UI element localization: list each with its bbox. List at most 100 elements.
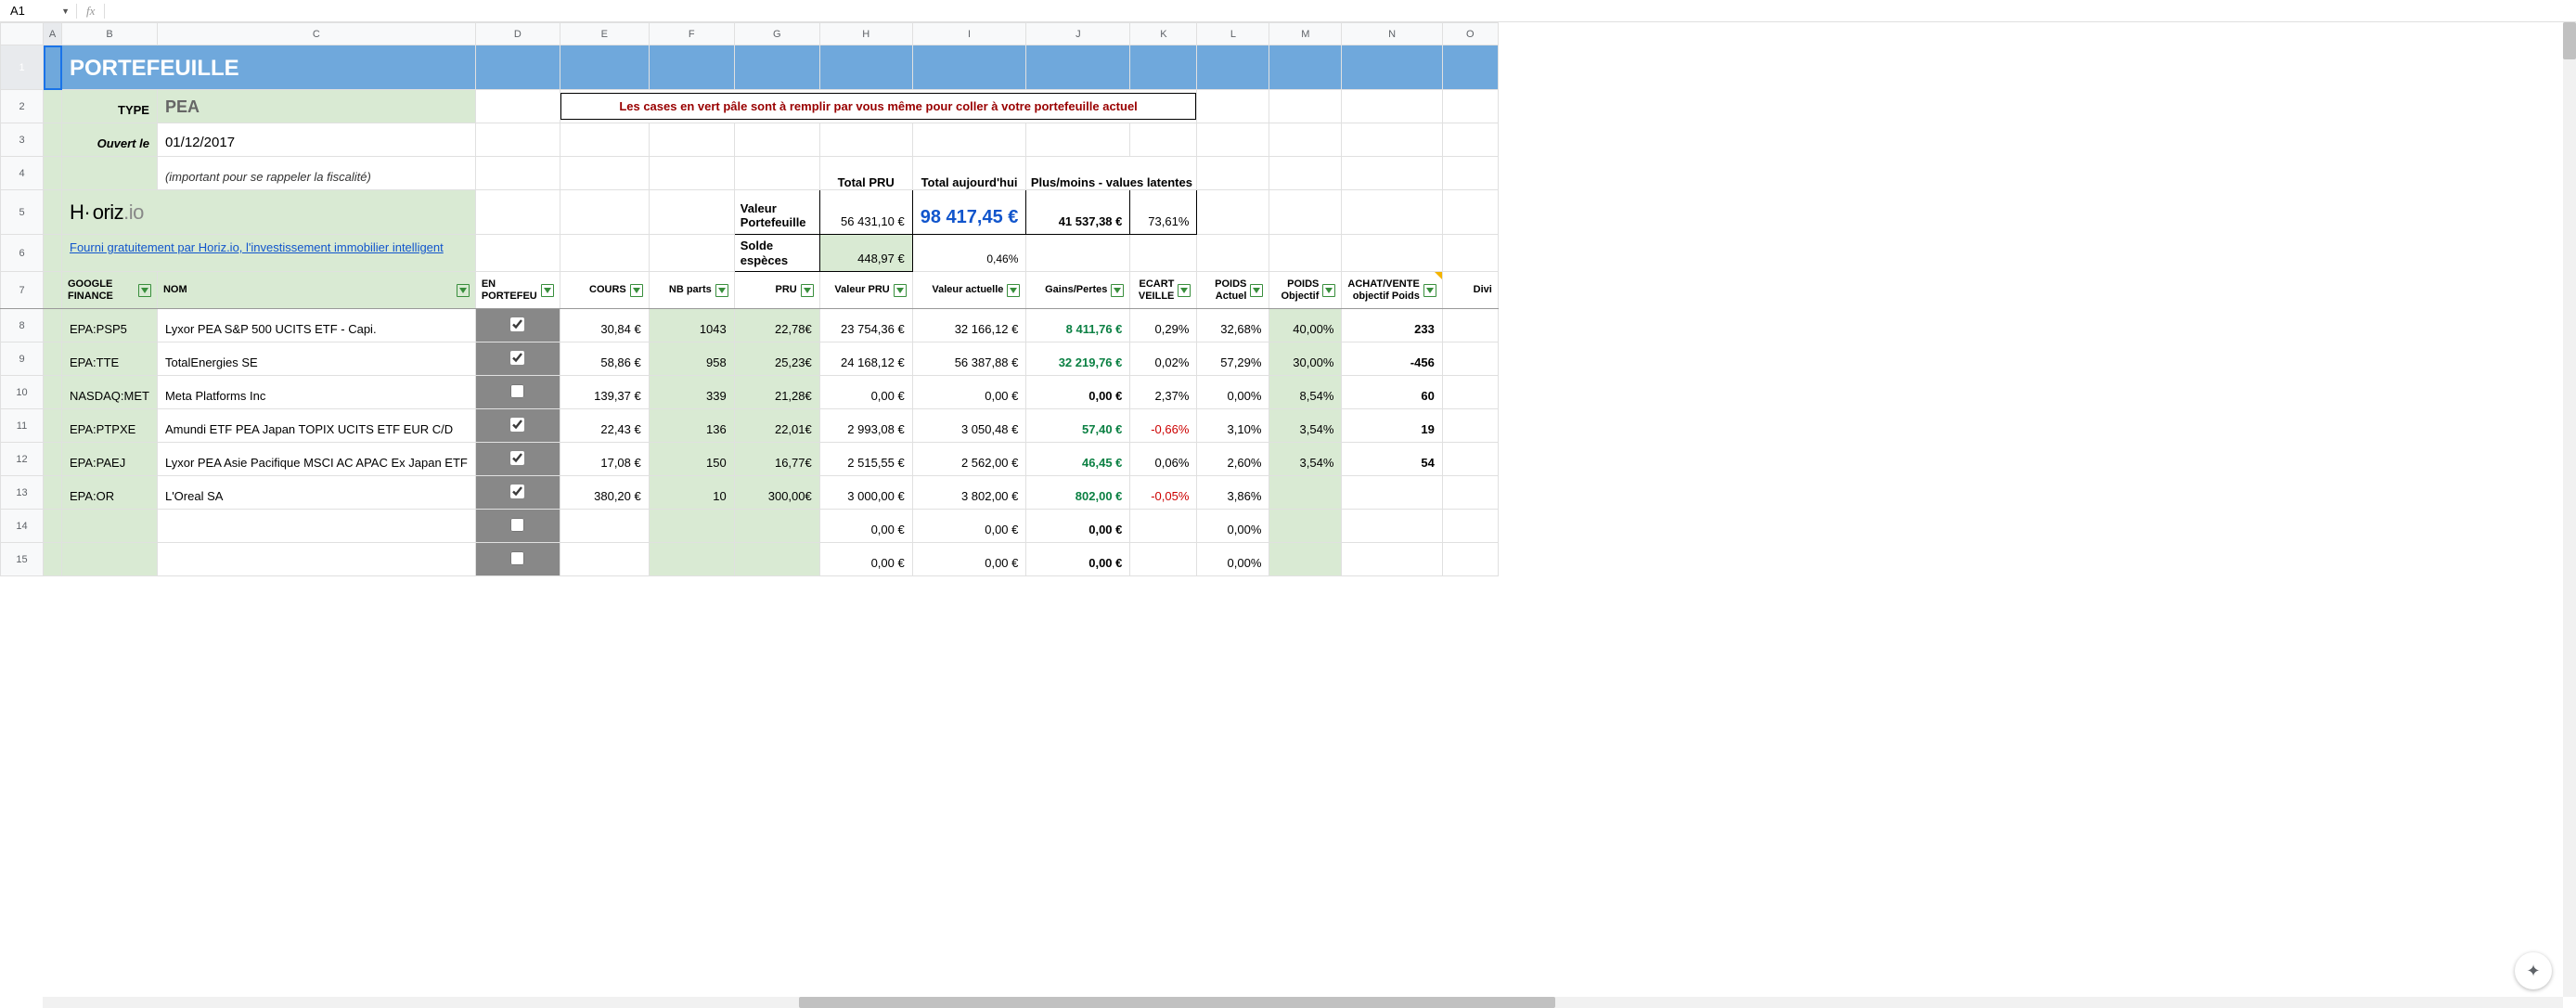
cell-cours[interactable]: 139,37 € bbox=[560, 383, 649, 408]
cell-in-portfolio[interactable] bbox=[475, 409, 560, 443]
cell-poids-actuel[interactable]: 2,60% bbox=[1197, 450, 1269, 475]
filter-icon[interactable] bbox=[630, 284, 643, 297]
cell-achat-vente[interactable]: -456 bbox=[1342, 350, 1441, 375]
portfolio-checkbox[interactable] bbox=[510, 485, 524, 498]
select-all-cell[interactable] bbox=[1, 23, 44, 45]
cell-in-portfolio[interactable] bbox=[475, 510, 560, 543]
filter-icon[interactable] bbox=[541, 284, 554, 297]
row-header-1[interactable]: 1 bbox=[1, 45, 44, 90]
cell-gains-pertes[interactable]: 0,00 € bbox=[1026, 550, 1129, 575]
type-value[interactable]: PEA bbox=[158, 92, 475, 123]
cell-gains-pertes[interactable]: 8 411,76 € bbox=[1026, 317, 1129, 342]
cell-poids-objectif[interactable] bbox=[1269, 498, 1341, 509]
vertical-scrollbar[interactable] bbox=[2563, 22, 2576, 997]
cell-valeur-pru[interactable]: 0,00 € bbox=[820, 383, 912, 408]
cell-cours[interactable]: 17,08 € bbox=[560, 450, 649, 475]
cell-valeur-actuelle[interactable]: 0,00 € bbox=[913, 383, 1026, 408]
cell-valeur-pru[interactable]: 2 515,55 € bbox=[820, 450, 912, 475]
portfolio-checkbox[interactable] bbox=[510, 451, 524, 465]
spreadsheet-grid[interactable]: A B C D E F G H I J K L M N O 1 PORTEFEU… bbox=[0, 22, 2576, 576]
col-header-H[interactable]: H bbox=[819, 23, 912, 45]
name-box-dropdown-icon[interactable]: ▼ bbox=[61, 6, 70, 16]
row-header-2[interactable]: 2 bbox=[1, 90, 44, 123]
row-header-15[interactable]: 15 bbox=[1, 543, 44, 576]
cell-gains-pertes[interactable]: 0,00 € bbox=[1026, 517, 1129, 542]
cell-symbol[interactable]: EPA:PAEJ bbox=[62, 450, 157, 475]
col-header-E[interactable]: E bbox=[560, 23, 649, 45]
cell-pru[interactable]: 21,28€ bbox=[735, 383, 819, 408]
cell-pru[interactable]: 25,23€ bbox=[735, 350, 819, 375]
cell-valeur-pru[interactable]: 24 168,12 € bbox=[820, 350, 912, 375]
col-header-K[interactable]: K bbox=[1130, 23, 1197, 45]
cell-cours[interactable] bbox=[560, 531, 649, 542]
col-header-L[interactable]: L bbox=[1197, 23, 1269, 45]
cell-symbol[interactable] bbox=[62, 564, 157, 575]
cell-nom[interactable]: L'Oreal SA bbox=[158, 484, 475, 509]
cell-valeur-actuelle[interactable]: 3 802,00 € bbox=[913, 484, 1026, 509]
row-header-8[interactable]: 8 bbox=[1, 309, 44, 342]
cell-pru[interactable]: 16,77€ bbox=[735, 450, 819, 475]
cell-ecart-veille[interactable]: 0,06% bbox=[1130, 450, 1196, 475]
cell-valeur-pru[interactable]: 0,00 € bbox=[820, 550, 912, 575]
cell-nb-parts[interactable]: 1043 bbox=[650, 317, 734, 342]
portfolio-checkbox[interactable] bbox=[510, 384, 524, 398]
cell-ecart-veille[interactable]: 2,37% bbox=[1130, 383, 1196, 408]
filter-icon[interactable] bbox=[1111, 284, 1124, 297]
cell-nom[interactable]: TotalEnergies SE bbox=[158, 350, 475, 375]
cell-poids-objectif[interactable]: 3,54% bbox=[1269, 417, 1341, 442]
cell-cours[interactable]: 30,84 € bbox=[560, 317, 649, 342]
col-header-O[interactable]: O bbox=[1442, 23, 1498, 45]
filter-icon[interactable] bbox=[138, 284, 151, 297]
cell-A1[interactable] bbox=[44, 45, 62, 90]
cell-nom[interactable]: Lyxor PEA Asie Pacifique MSCI AC APAC Ex… bbox=[158, 450, 475, 475]
cell-pru[interactable]: 22,78€ bbox=[735, 317, 819, 342]
cell-poids-objectif[interactable]: 30,00% bbox=[1269, 350, 1341, 375]
cell-achat-vente[interactable] bbox=[1342, 564, 1441, 575]
cell-gains-pertes[interactable]: 0,00 € bbox=[1026, 383, 1129, 408]
row-header-9[interactable]: 9 bbox=[1, 342, 44, 376]
col-header-D[interactable]: D bbox=[475, 23, 560, 45]
cell-gains-pertes[interactable]: 57,40 € bbox=[1026, 417, 1129, 442]
cell-note-indicator[interactable] bbox=[1435, 272, 1442, 279]
cell-poids-objectif[interactable]: 3,54% bbox=[1269, 450, 1341, 475]
filter-icon[interactable] bbox=[1178, 284, 1191, 297]
col-header-N[interactable]: N bbox=[1342, 23, 1442, 45]
cell-gains-pertes[interactable]: 32 219,76 € bbox=[1026, 350, 1129, 375]
cell-ecart-veille[interactable]: -0,05% bbox=[1130, 484, 1196, 509]
row-header-12[interactable]: 12 bbox=[1, 443, 44, 476]
cell-poids-objectif[interactable]: 8,54% bbox=[1269, 383, 1341, 408]
cell-poids-actuel[interactable]: 0,00% bbox=[1197, 517, 1269, 542]
cell-cours[interactable]: 22,43 € bbox=[560, 417, 649, 442]
cell-cours[interactable]: 380,20 € bbox=[560, 484, 649, 509]
cell-nb-parts[interactable] bbox=[650, 531, 734, 542]
row-header-14[interactable]: 14 bbox=[1, 510, 44, 543]
cell-nom[interactable]: Meta Platforms Inc bbox=[158, 383, 475, 408]
cell-ecart-veille[interactable] bbox=[1130, 564, 1196, 575]
cell-poids-actuel[interactable]: 57,29% bbox=[1197, 350, 1269, 375]
name-box[interactable]: A1 ▼ bbox=[4, 2, 76, 20]
cell-nb-parts[interactable] bbox=[650, 564, 734, 575]
cell-valeur-pru[interactable]: 2 993,08 € bbox=[820, 417, 912, 442]
portfolio-checkbox[interactable] bbox=[510, 518, 524, 532]
col-header-J[interactable]: J bbox=[1026, 23, 1130, 45]
cell-symbol[interactable]: EPA:PSP5 bbox=[62, 317, 157, 342]
col-header-C[interactable]: C bbox=[157, 23, 475, 45]
cell-in-portfolio[interactable] bbox=[475, 543, 560, 576]
filter-icon[interactable] bbox=[1322, 284, 1335, 297]
cell-pru[interactable]: 300,00€ bbox=[735, 484, 819, 509]
col-header-A[interactable]: A bbox=[44, 23, 62, 45]
cell-in-portfolio[interactable] bbox=[475, 376, 560, 409]
cell-nom[interactable] bbox=[158, 564, 475, 575]
cell-symbol[interactable]: EPA:TTE bbox=[62, 350, 157, 375]
filter-icon[interactable] bbox=[457, 284, 470, 297]
row-header-3[interactable]: 3 bbox=[1, 123, 44, 157]
cell-in-portfolio[interactable] bbox=[475, 443, 560, 476]
cell-achat-vente[interactable] bbox=[1342, 531, 1441, 542]
cell-cours[interactable] bbox=[560, 564, 649, 575]
filter-icon[interactable] bbox=[715, 284, 728, 297]
portfolio-checkbox[interactable] bbox=[510, 551, 524, 565]
cell-poids-actuel[interactable]: 3,10% bbox=[1197, 417, 1269, 442]
col-header-M[interactable]: M bbox=[1269, 23, 1342, 45]
cell-in-portfolio[interactable] bbox=[475, 342, 560, 376]
cell-poids-actuel[interactable]: 0,00% bbox=[1197, 550, 1269, 575]
